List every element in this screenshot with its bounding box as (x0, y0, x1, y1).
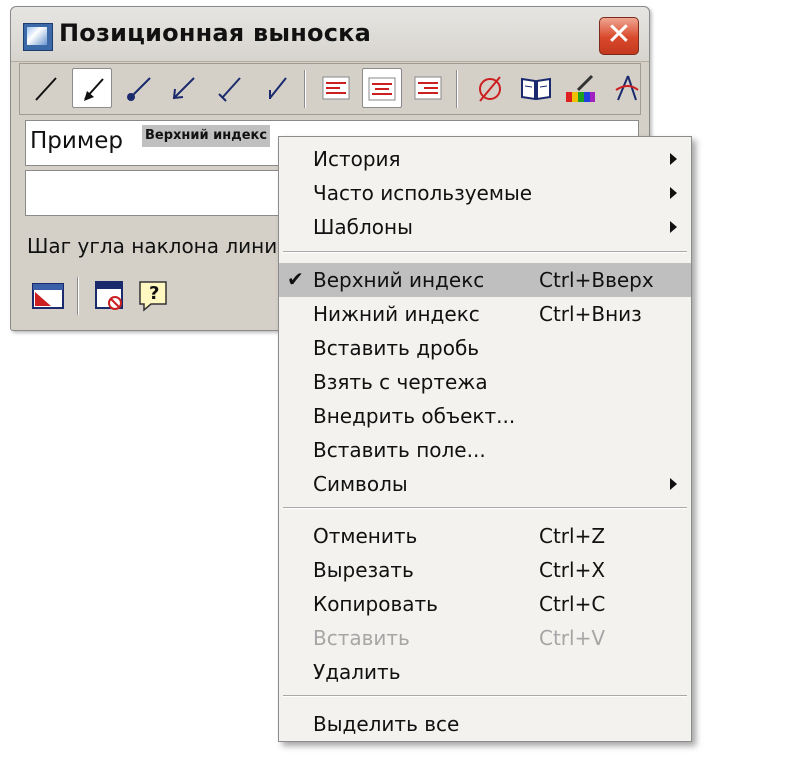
toolbar-separator (304, 70, 306, 108)
menu-item-shortcut: Ctrl+X (539, 558, 606, 582)
toolbar-separator (456, 70, 458, 108)
menu-separator (283, 695, 687, 697)
tick-leader-icon[interactable] (210, 68, 250, 108)
submenu-arrow-icon (670, 478, 677, 490)
menu-item-label: Символы (313, 472, 408, 496)
align-right-icon[interactable] (408, 68, 448, 108)
context-menu: История Часто используемые Шаблоны ✔ Вер… (278, 136, 692, 742)
gost-stamp-icon[interactable] (93, 279, 127, 313)
menu-item-superscript[interactable]: ✔ Верхний индекс Ctrl+Вверх (279, 263, 691, 297)
menu-item-cut[interactable]: Вырезать Ctrl+X (279, 553, 691, 587)
menu-item-shortcut: Ctrl+C (539, 592, 606, 616)
align-center-icon[interactable] (362, 68, 402, 108)
menu-item-history[interactable]: История (279, 142, 691, 176)
hook-leader-icon[interactable] (256, 68, 296, 108)
menu-item-shortcut: Ctrl+Вверх (539, 268, 654, 292)
menu-item-paste: Вставить Ctrl+V (279, 621, 691, 655)
menu-item-label: Внедрить объект... (313, 404, 516, 428)
arrow-leader-icon[interactable] (72, 68, 112, 108)
open-arrow-leader-icon[interactable] (164, 68, 204, 108)
menu-item-templates[interactable]: Шаблоны (279, 210, 691, 244)
color-palette-icon[interactable] (560, 68, 600, 108)
help-icon[interactable]: ? (137, 279, 171, 313)
leader-text-value: Пример (30, 128, 123, 154)
menu-item-label: Вставить поле... (313, 438, 486, 462)
menu-item-delete[interactable]: Удалить (279, 655, 691, 689)
menu-item-label: Выделить все (313, 712, 460, 736)
toolbar (19, 63, 641, 115)
menu-item-label: Шаблоны (313, 215, 413, 239)
close-button[interactable]: ✕ (599, 17, 639, 55)
submenu-arrow-icon (670, 153, 677, 165)
menu-item-shortcut: Ctrl+Z (539, 524, 606, 548)
menu-item-insert-field[interactable]: Вставить поле... (279, 433, 691, 467)
menu-item-label: Взять с чертежа (313, 370, 488, 394)
superscript-text: Верхний индекс (142, 125, 271, 147)
menu-item-label: Удалить (313, 660, 401, 684)
diameter-symbol-icon[interactable] (470, 68, 510, 108)
menu-item-label: Вырезать (313, 558, 414, 582)
menu-item-select-all[interactable]: Выделить все (279, 707, 691, 741)
menu-item-label: История (313, 147, 401, 171)
menu-item-label: Отменить (313, 524, 418, 548)
menu-item-frequent[interactable]: Часто используемые (279, 176, 691, 210)
check-icon: ✔ (287, 267, 304, 291)
menu-separator (283, 507, 687, 509)
line-no-arrow-icon[interactable] (26, 68, 66, 108)
table-settings-icon[interactable] (31, 279, 65, 313)
menu-item-embed-object[interactable]: Внедрить объект... (279, 399, 691, 433)
library-book-icon[interactable] (516, 68, 556, 108)
menu-item-take-from-drawing[interactable]: Взять с чертежа (279, 365, 691, 399)
submenu-arrow-icon (670, 187, 677, 199)
menu-item-undo[interactable]: Отменить Ctrl+Z (279, 519, 691, 553)
menu-separator (283, 251, 687, 253)
menu-item-copy[interactable]: Копировать Ctrl+C (279, 587, 691, 621)
window-title: Позиционная выноска (59, 19, 372, 47)
menu-item-label: Часто используемые (313, 181, 533, 205)
menu-item-label: Вставить (313, 626, 410, 650)
compass-icon[interactable] (606, 68, 646, 108)
align-left-icon[interactable] (316, 68, 356, 108)
submenu-arrow-icon (670, 221, 677, 233)
dot-leader-icon[interactable] (118, 68, 158, 108)
menu-item-label: Вставить дробь (313, 336, 480, 360)
title-bar[interactable]: Позиционная выноска ✕ (11, 7, 649, 62)
menu-item-label: Нижний индекс (313, 302, 480, 326)
menu-item-symbols[interactable]: Символы (279, 467, 691, 501)
angle-step-label: Шаг угла наклона линии- (27, 234, 298, 258)
menu-item-label: Верхний индекс (313, 268, 485, 292)
menu-item-subscript[interactable]: Нижний индекс Ctrl+Вниз (279, 297, 691, 331)
menu-item-insert-fraction[interactable]: Вставить дробь (279, 331, 691, 365)
help-glyph: ? (149, 283, 160, 304)
menu-item-label: Копировать (313, 592, 438, 616)
app-icon (23, 23, 53, 51)
menu-item-shortcut: Ctrl+V (539, 626, 606, 650)
menu-item-shortcut: Ctrl+Вниз (539, 302, 642, 326)
bottom-separator (77, 277, 79, 315)
